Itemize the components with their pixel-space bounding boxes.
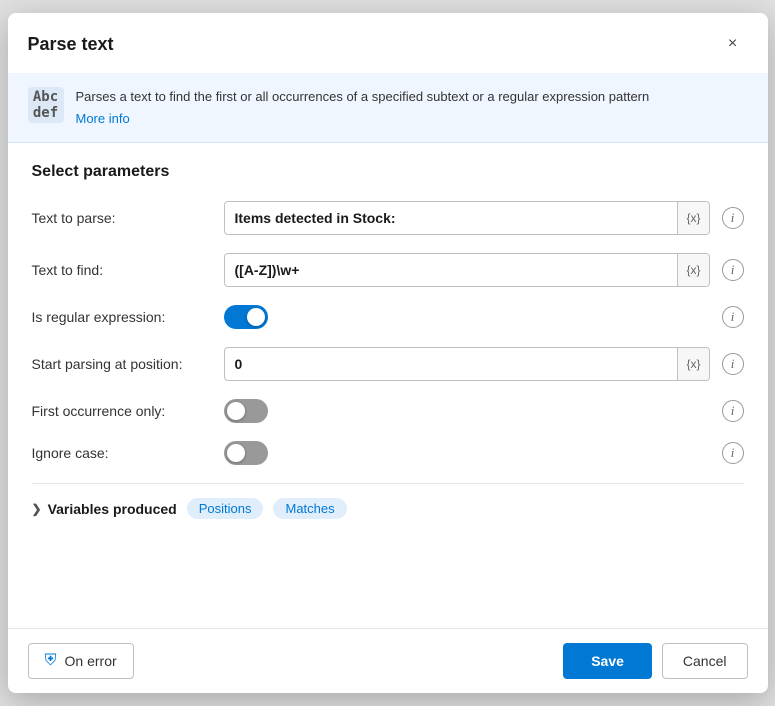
- ignore-case-row: Ignore case: i: [32, 441, 744, 465]
- start-position-label: Start parsing at position:: [32, 356, 212, 372]
- banner-text: Parses a text to find the first or all o…: [76, 87, 650, 128]
- cancel-button[interactable]: Cancel: [662, 643, 748, 679]
- positions-chip: Positions: [187, 498, 264, 519]
- is-regex-row: Is regular expression: i: [32, 305, 744, 329]
- text-to-find-row: Text to find: {x} i: [32, 253, 744, 287]
- start-position-input-wrapper: {x}: [224, 347, 710, 381]
- ignore-case-info-icon[interactable]: i: [722, 442, 744, 464]
- on-error-button[interactable]: ⛨ On error: [28, 643, 134, 679]
- more-info-link[interactable]: More info: [76, 109, 650, 129]
- is-regex-label: Is regular expression:: [32, 309, 212, 325]
- close-button[interactable]: ×: [718, 29, 748, 59]
- section-title: Select parameters: [32, 163, 744, 181]
- start-position-info-icon[interactable]: i: [722, 353, 744, 375]
- on-error-label: On error: [65, 653, 117, 669]
- content-area: Select parameters Text to parse: {x} i T…: [8, 143, 768, 628]
- is-regex-thumb: [247, 308, 265, 326]
- first-occurrence-row: First occurrence only: i: [32, 399, 744, 423]
- text-to-parse-input-wrapper: {x}: [224, 201, 710, 235]
- text-to-find-badge: {x}: [677, 254, 708, 286]
- text-to-find-input-wrapper: {x}: [224, 253, 710, 287]
- first-occurrence-info-icon[interactable]: i: [722, 400, 744, 422]
- shield-icon: ⛨: [45, 652, 57, 670]
- text-to-find-info-icon[interactable]: i: [722, 259, 744, 281]
- text-to-parse-info-icon[interactable]: i: [722, 207, 744, 229]
- first-occurrence-label: First occurrence only:: [32, 403, 212, 419]
- variables-produced-row: ❯ Variables produced Positions Matches: [32, 483, 744, 527]
- start-position-badge: {x}: [677, 348, 708, 380]
- start-position-input[interactable]: [225, 348, 678, 380]
- ignore-case-label: Ignore case:: [32, 445, 212, 461]
- first-occurrence-toggle[interactable]: [224, 399, 268, 423]
- save-button[interactable]: Save: [563, 643, 652, 679]
- text-to-parse-input[interactable]: [225, 202, 678, 234]
- variables-produced-label: Variables produced: [48, 501, 177, 517]
- text-to-find-input[interactable]: [225, 254, 678, 286]
- ignore-case-thumb: [227, 444, 245, 462]
- parse-text-dialog: Parse text × Abcdef Parses a text to fin…: [8, 13, 768, 693]
- first-occurrence-thumb: [227, 402, 245, 420]
- is-regex-toggle[interactable]: [224, 305, 268, 329]
- title-bar: Parse text ×: [8, 13, 768, 73]
- text-to-parse-label: Text to parse:: [32, 210, 212, 226]
- banner-icon: Abcdef: [28, 87, 64, 123]
- text-to-parse-badge: {x}: [677, 202, 708, 234]
- footer-actions: Save Cancel: [563, 643, 747, 679]
- chevron-right-icon: ❯: [32, 502, 42, 516]
- matches-chip: Matches: [273, 498, 346, 519]
- variables-expand-button[interactable]: ❯ Variables produced: [32, 501, 177, 517]
- footer: ⛨ On error Save Cancel: [8, 628, 768, 693]
- start-position-row: Start parsing at position: {x} i: [32, 347, 744, 381]
- info-banner: Abcdef Parses a text to find the first o…: [8, 73, 768, 143]
- text-to-find-label: Text to find:: [32, 262, 212, 278]
- ignore-case-toggle[interactable]: [224, 441, 268, 465]
- dialog-title: Parse text: [28, 34, 114, 55]
- text-to-parse-row: Text to parse: {x} i: [32, 201, 744, 235]
- is-regex-info-icon[interactable]: i: [722, 306, 744, 328]
